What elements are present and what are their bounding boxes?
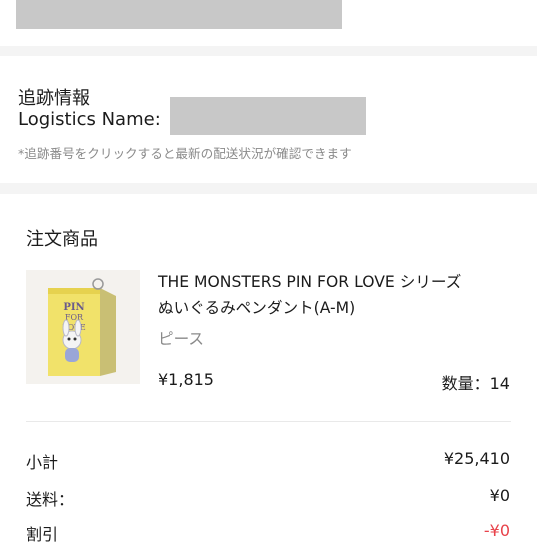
logistics-name-label: Logistics Name: xyxy=(18,109,161,130)
product-name-line2[interactable]: ぬいぐるみペンダント(A-M) xyxy=(158,296,355,318)
shipping-value: ¥0 xyxy=(489,486,510,505)
product-thumbnail[interactable]: PIN FOR LOVE xyxy=(26,270,140,384)
discount-label: 割引 xyxy=(26,525,59,544)
svg-text:PIN: PIN xyxy=(63,302,84,313)
shipping-label: 送料： xyxy=(26,490,75,509)
redacted-block-top xyxy=(16,0,342,29)
product-box-image: PIN FOR LOVE xyxy=(48,278,116,376)
summary-divider xyxy=(26,421,511,422)
subtotal-value: ¥25,410 xyxy=(443,449,510,468)
discount-value: -¥0 xyxy=(483,521,510,540)
subtotal-label: 小計 xyxy=(26,453,59,472)
tracking-title: 追跡情報 xyxy=(18,88,90,109)
redacted-logistics-name xyxy=(170,97,366,135)
section-separator xyxy=(0,183,537,194)
product-name-line1[interactable]: THE MONSTERS PIN FOR LOVE シリーズ xyxy=(158,270,461,292)
tracking-hint: *追跡番号をクリックすると最新の配送状況が確認できます xyxy=(18,146,352,161)
section-separator xyxy=(0,46,537,56)
product-price: ¥1,815 xyxy=(158,370,214,389)
order-section-title: 注文商品 xyxy=(26,229,98,250)
product-quantity: 数量：14 xyxy=(441,374,510,393)
product-variant: ピース xyxy=(158,330,205,348)
